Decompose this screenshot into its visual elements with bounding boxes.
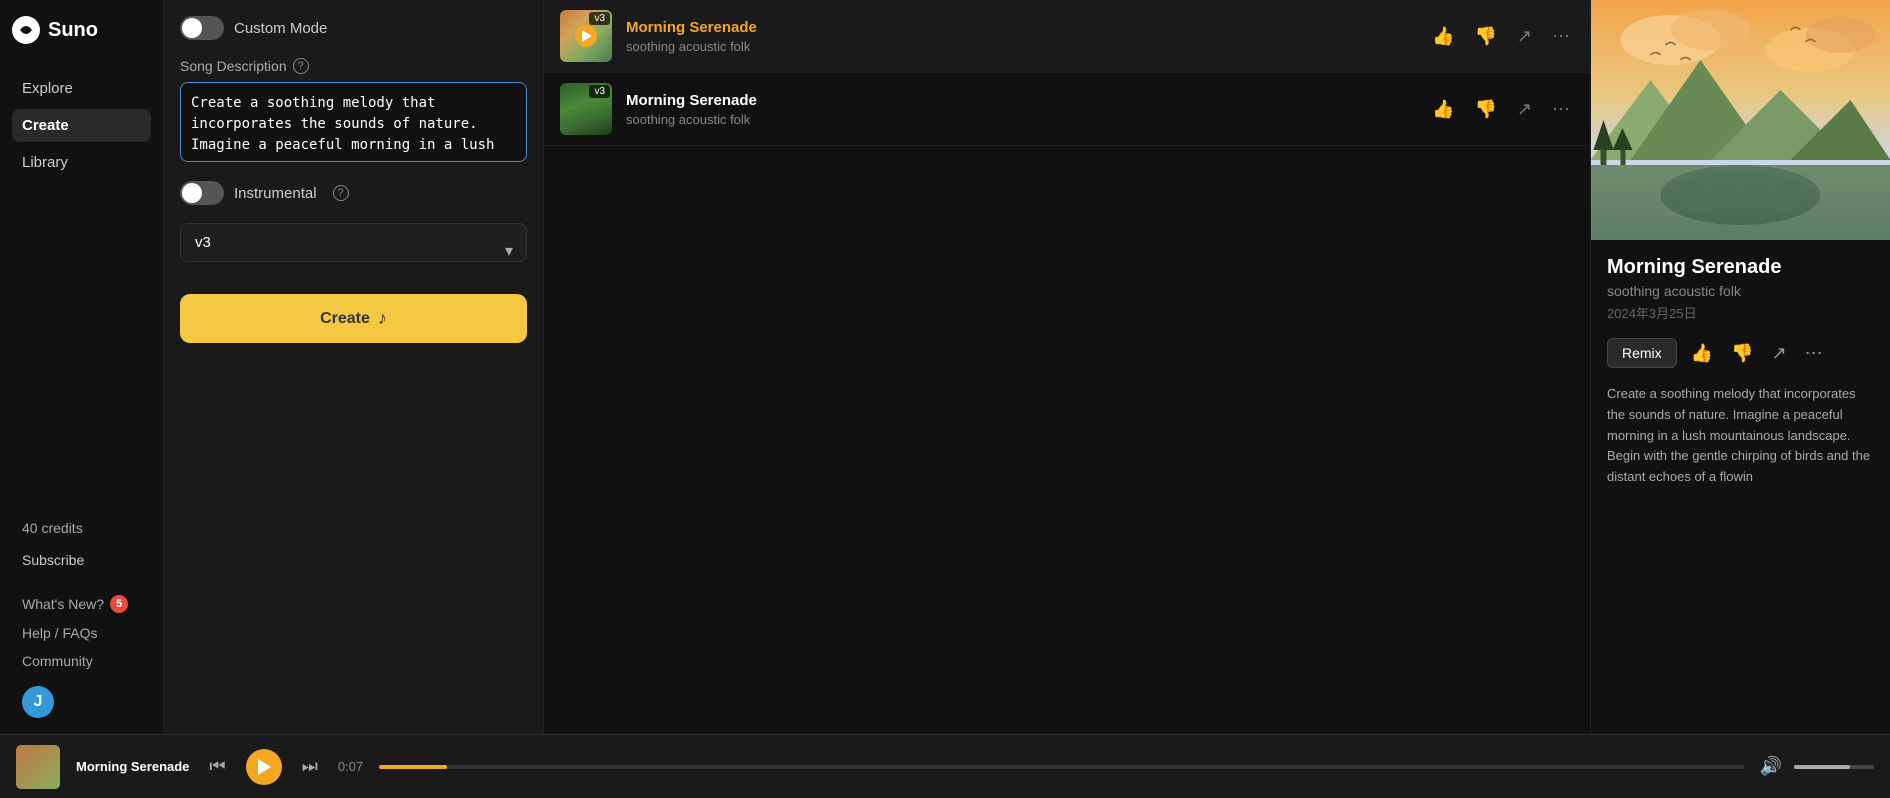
song-actions: 👍 👎 ↗ ⋯	[1428, 95, 1574, 124]
detail-cover-art	[1591, 0, 1890, 240]
sidebar-item-library[interactable]: Library	[12, 146, 151, 179]
create-panel: Custom Mode Song Description ? Instrumen…	[164, 0, 544, 734]
version-select-wrapper: v1 v2 v3 v4	[180, 223, 527, 278]
detail-more-icon[interactable]: ⋯	[1801, 339, 1827, 368]
detail-subtitle: soothing acoustic folk	[1607, 283, 1874, 299]
song-info: Morning Serenade soothing acoustic folk	[626, 92, 1416, 127]
detail-date: 2024年3月25日	[1607, 303, 1874, 322]
instrumental-label: Instrumental	[234, 185, 317, 202]
detail-thumbs-down-icon[interactable]: 👎	[1727, 339, 1757, 368]
share-icon[interactable]: ↗	[1513, 95, 1536, 124]
volume-icon[interactable]: 🔊	[1760, 756, 1782, 777]
instrumental-help-icon[interactable]: ?	[333, 185, 349, 201]
suno-logo-icon	[12, 16, 40, 44]
player-info: Morning Serenade	[76, 759, 189, 774]
detail-content: Morning Serenade soothing acoustic folk …	[1591, 240, 1890, 734]
whats-new-badge: 5	[110, 595, 128, 613]
song-description-label: Song Description ?	[180, 58, 527, 74]
player-controls: ⏮ ⏭	[205, 749, 321, 785]
detail-panel: Morning Serenade soothing acoustic folk …	[1590, 0, 1890, 734]
prev-button[interactable]: ⏮	[205, 752, 229, 781]
more-options-icon[interactable]: ⋯	[1548, 22, 1574, 51]
thumbs-down-icon[interactable]: 👎	[1470, 22, 1500, 51]
play-icon	[258, 759, 271, 775]
create-button[interactable]: Create ♪	[180, 294, 527, 343]
sidebar: Suno Explore Create Library 40 credits S…	[0, 0, 164, 734]
detail-title: Morning Serenade	[1607, 256, 1874, 279]
custom-mode-label: Custom Mode	[234, 20, 327, 37]
thumbs-up-icon[interactable]: 👍	[1428, 95, 1458, 124]
detail-description: Create a soothing melody that incorporat…	[1607, 384, 1874, 488]
song-actions: 👍 👎 ↗ ⋯	[1428, 22, 1574, 51]
custom-mode-row: Custom Mode	[180, 16, 527, 40]
song-description-help-icon[interactable]: ?	[293, 58, 309, 74]
more-options-icon[interactable]: ⋯	[1548, 95, 1574, 124]
create-music-icon: ♪	[378, 308, 387, 329]
song-thumbnail: v3	[560, 83, 612, 135]
volume-fill	[1794, 765, 1850, 769]
instrumental-row: Instrumental ?	[180, 181, 527, 205]
play-overlay	[560, 10, 612, 62]
song-subtitle: soothing acoustic folk	[626, 39, 1416, 54]
instrumental-toggle-knob	[182, 183, 202, 203]
detail-thumbs-up-icon[interactable]: 👍	[1687, 339, 1717, 368]
version-tag: v3	[589, 85, 610, 98]
custom-mode-toggle[interactable]	[180, 16, 224, 40]
avatar[interactable]: J	[22, 686, 54, 718]
play-icon	[582, 30, 592, 42]
help-faqs-link[interactable]: Help / FAQs	[12, 620, 151, 646]
play-button-small[interactable]	[575, 25, 597, 47]
version-select[interactable]: v1 v2 v3 v4	[180, 223, 527, 262]
progress-bar[interactable]	[379, 765, 1743, 769]
songs-list-panel: v3 Morning Serenade soothing acoustic fo…	[544, 0, 1590, 734]
song-row[interactable]: v3 Morning Serenade soothing acoustic fo…	[544, 73, 1590, 146]
whats-new-link[interactable]: What's New? 5	[12, 590, 151, 618]
sidebar-item-create[interactable]: Create	[12, 109, 151, 142]
song-subtitle: soothing acoustic folk	[626, 112, 1416, 127]
song-description-input[interactable]	[180, 82, 527, 162]
detail-share-icon[interactable]: ↗	[1768, 339, 1791, 368]
player-thumbnail	[16, 745, 60, 789]
next-button[interactable]: ⏭	[298, 752, 322, 781]
bottom-player: Morning Serenade ⏮ ⏭ 0:07 🔊	[0, 734, 1890, 798]
progress-fill	[379, 765, 447, 769]
song-title: Morning Serenade	[626, 92, 1416, 109]
share-icon[interactable]: ↗	[1513, 22, 1536, 51]
logo[interactable]: Suno	[12, 16, 151, 44]
volume-bar[interactable]	[1794, 765, 1874, 769]
play-pause-button[interactable]	[246, 749, 282, 785]
toggle-knob	[182, 18, 202, 38]
player-right: 🔊	[1760, 756, 1874, 777]
thumbs-down-icon[interactable]: 👎	[1470, 95, 1500, 124]
subscribe-button[interactable]: Subscribe	[12, 546, 151, 574]
instrumental-toggle[interactable]	[180, 181, 224, 205]
remix-button[interactable]: Remix	[1607, 338, 1677, 368]
sidebar-item-explore[interactable]: Explore	[12, 72, 151, 105]
credits-display: 40 credits	[12, 514, 151, 542]
time-display: 0:07	[338, 759, 363, 774]
community-link[interactable]: Community	[12, 648, 151, 674]
song-title: Morning Serenade	[626, 19, 1416, 36]
detail-actions: Remix 👍 👎 ↗ ⋯	[1607, 338, 1874, 368]
song-info: Morning Serenade soothing acoustic folk	[626, 19, 1416, 54]
thumbs-up-icon[interactable]: 👍	[1428, 22, 1458, 51]
song-thumbnail: v3	[560, 10, 612, 62]
player-title: Morning Serenade	[76, 759, 189, 774]
logo-text: Suno	[48, 19, 98, 42]
song-row[interactable]: v3 Morning Serenade soothing acoustic fo…	[544, 0, 1590, 73]
